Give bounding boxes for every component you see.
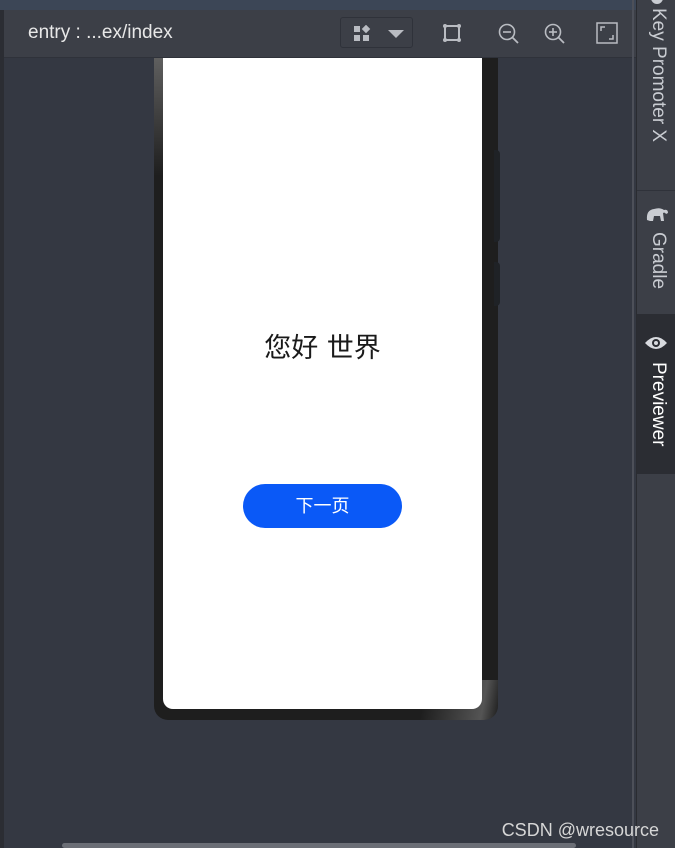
fit-screen-icon[interactable] [596,22,618,44]
top-strip [0,0,636,10]
eye-icon [645,337,667,349]
phone-power-button [494,262,500,306]
tab-previewer[interactable]: Previewer [637,314,675,474]
tab-label: Key Promoter X [648,8,669,143]
hello-text: 您好 世界 [264,333,381,364]
zoom-out-icon[interactable] [498,23,520,45]
tab-label: Previewer [648,362,669,447]
tab-label: Gradle [648,232,669,290]
tab-gradle[interactable]: Gradle [637,192,675,312]
phone-volume-button [494,150,500,242]
right-tool-window-bar: Key Promoter X Gradle Previewer [636,0,675,848]
caret-down-icon [388,30,404,38]
grid-layout-icon [354,25,371,41]
device-layout-select[interactable] [340,17,413,48]
horizontal-scrollbar[interactable] [62,843,576,848]
device-screen: 您好 世界 下一页 [163,58,482,709]
page-title: entry : ...ex/index [28,22,173,43]
elephant-icon [646,208,668,221]
tab-key-promoter-x[interactable]: Key Promoter X [637,0,675,191]
next-page-button[interactable]: 下一页 [243,484,402,528]
panel-divider [632,0,634,848]
watermark: CSDN @wresource [501,820,659,840]
bounding-box-icon[interactable] [442,23,462,43]
previewer-toolbar: entry : ...ex/index [4,10,636,58]
key-promoter-icon [651,0,663,4]
zoom-in-icon[interactable] [544,23,566,45]
